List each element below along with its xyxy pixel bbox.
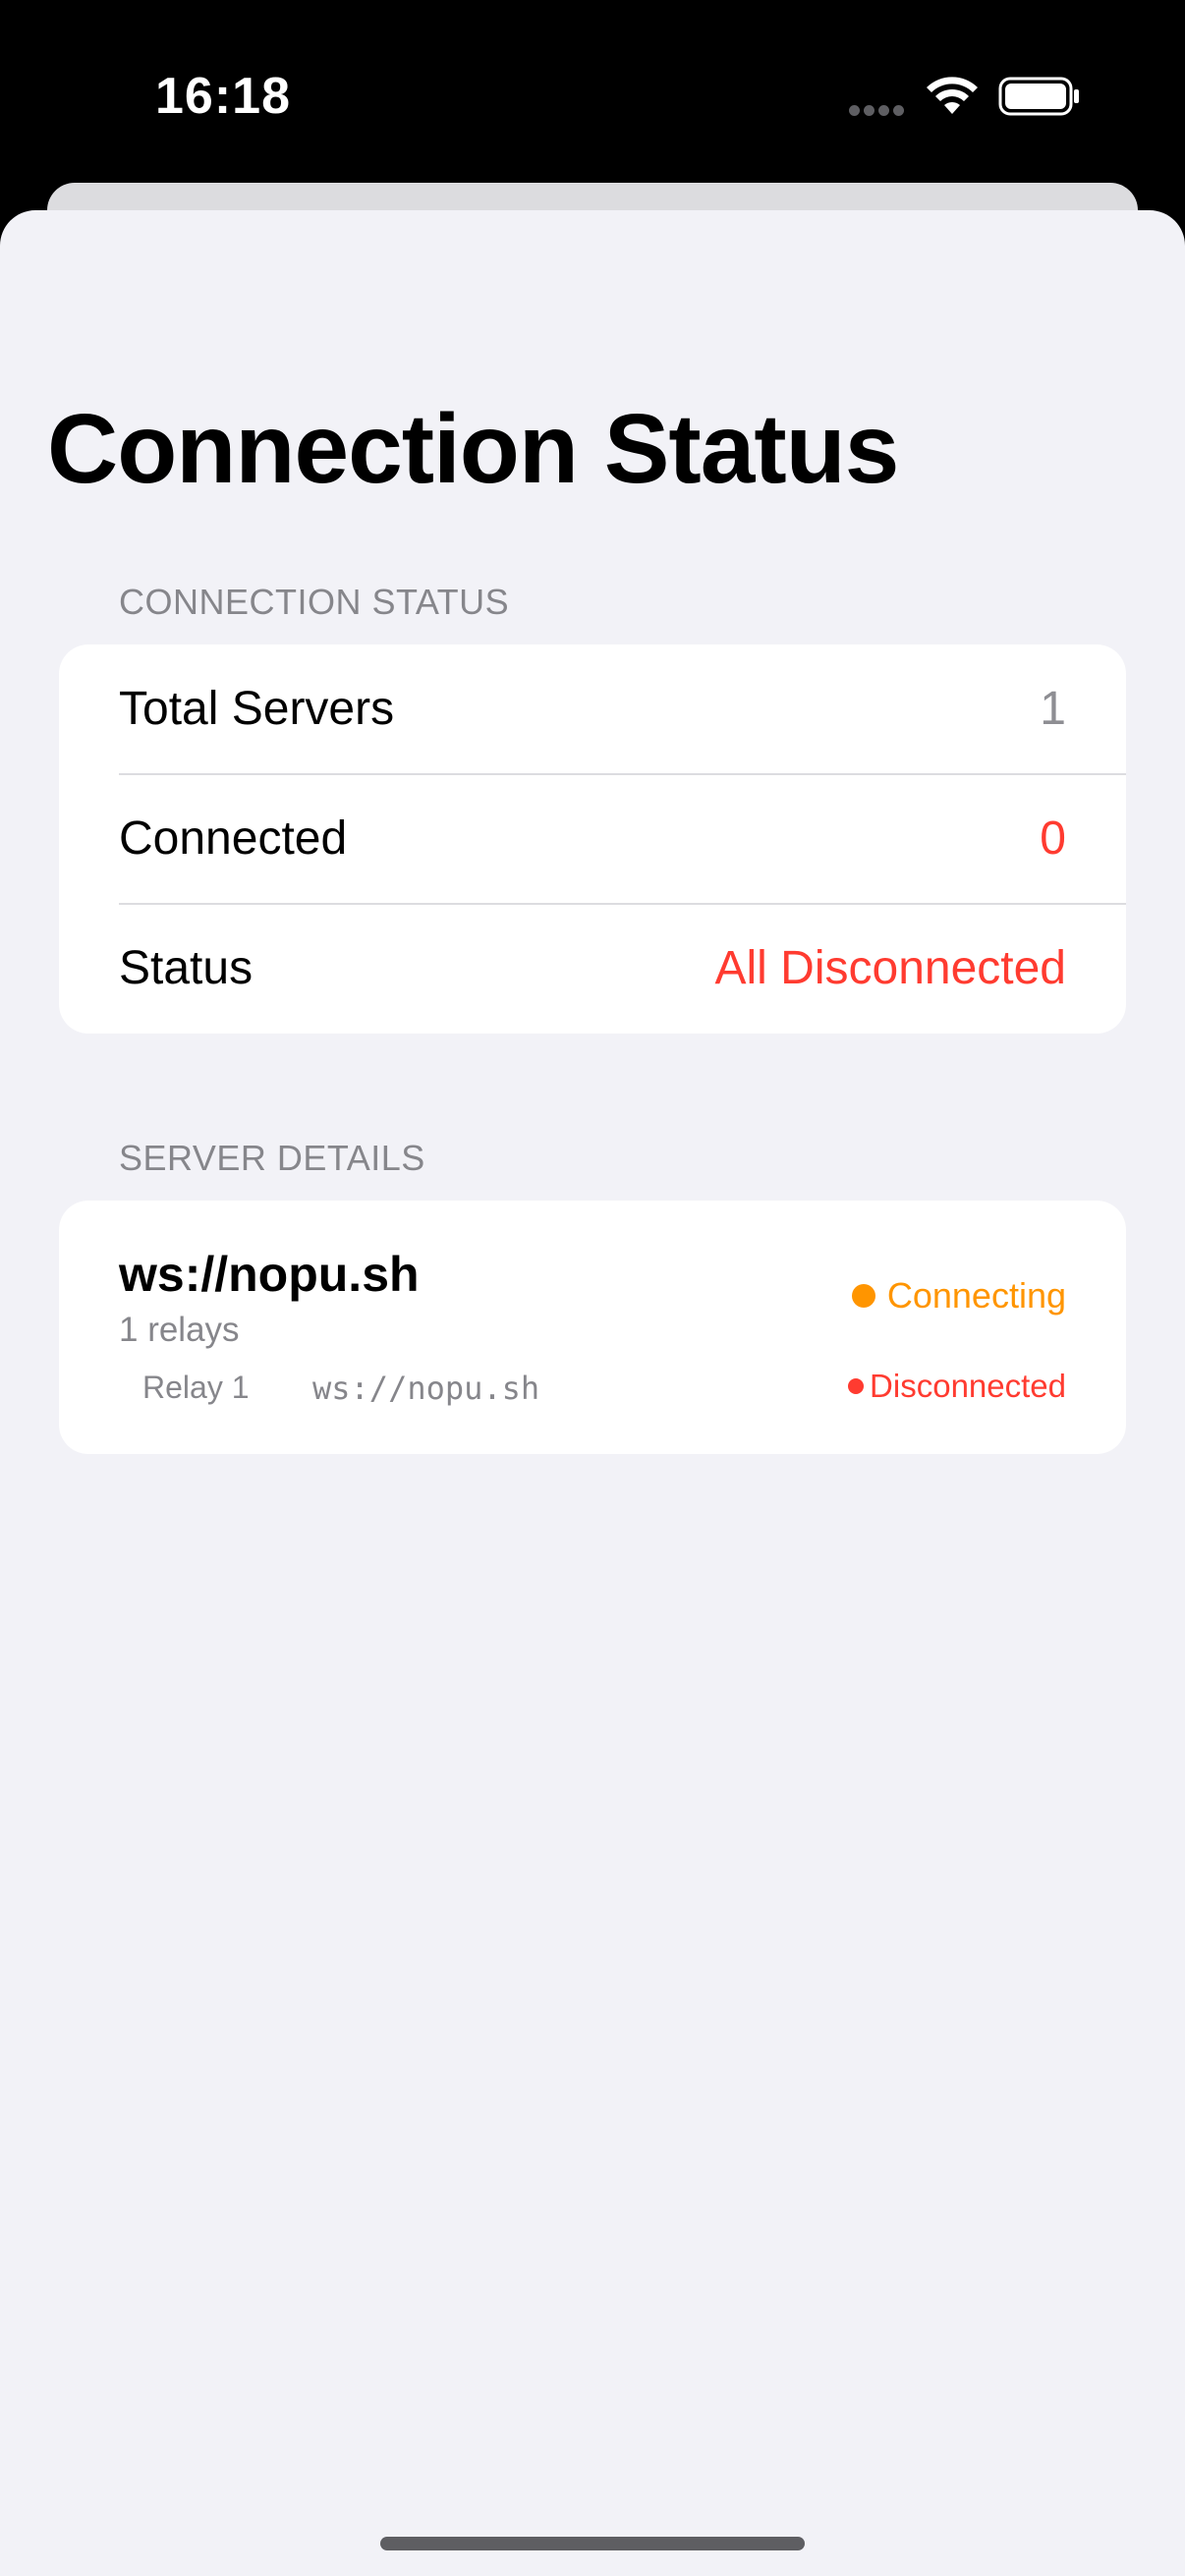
relay-label: Relay 1 bbox=[142, 1370, 250, 1405]
server-state-label: Connecting bbox=[886, 1275, 1066, 1316]
battery-icon bbox=[998, 77, 1079, 116]
server-name: ws://nopu.sh bbox=[119, 1247, 420, 1302]
modal-sheet[interactable]: Connection Status CONNECTION STATUS Tota… bbox=[0, 210, 1185, 2576]
status-dot-icon bbox=[848, 1378, 865, 1394]
status-value: All Disconnected bbox=[714, 942, 1066, 994]
server-state: Connecting bbox=[851, 1275, 1066, 1316]
signal-dots-icon bbox=[849, 103, 908, 116]
connection-status-header: CONNECTION STATUS bbox=[119, 582, 510, 622]
connected-row: Connected 0 bbox=[59, 774, 1126, 904]
page-title: Connection Status bbox=[47, 394, 899, 504]
connected-value: 0 bbox=[1040, 812, 1066, 865]
screen: 16:18 Connection Status CONNECTION STATU… bbox=[0, 0, 1185, 2576]
server-card[interactable]: ws://nopu.sh 1 relays Connecting Relay 1… bbox=[59, 1201, 1126, 1454]
total-servers-label: Total Servers bbox=[119, 683, 395, 735]
total-servers-row: Total Servers 1 bbox=[59, 644, 1126, 774]
server-relay-count: 1 relays bbox=[119, 1311, 240, 1349]
connection-status-card: Total Servers 1 Connected 0 Status All D… bbox=[59, 644, 1126, 1034]
wifi-icon bbox=[927, 77, 978, 114]
status-bar: 16:18 bbox=[0, 0, 1185, 187]
status-time: 16:18 bbox=[155, 68, 291, 125]
relay-url: ws://nopu.sh bbox=[312, 1370, 540, 1407]
server-details-header: SERVER DETAILS bbox=[119, 1138, 425, 1178]
status-label: Status bbox=[119, 942, 254, 994]
connected-label: Connected bbox=[119, 812, 348, 865]
relay-state: Disconnected bbox=[848, 1368, 1066, 1405]
total-servers-value: 1 bbox=[1040, 683, 1066, 735]
relay-state-label: Disconnected bbox=[870, 1368, 1066, 1404]
status-dot-icon bbox=[851, 1284, 875, 1308]
status-row: Status All Disconnected bbox=[59, 904, 1126, 1034]
home-indicator[interactable] bbox=[380, 2537, 805, 2550]
